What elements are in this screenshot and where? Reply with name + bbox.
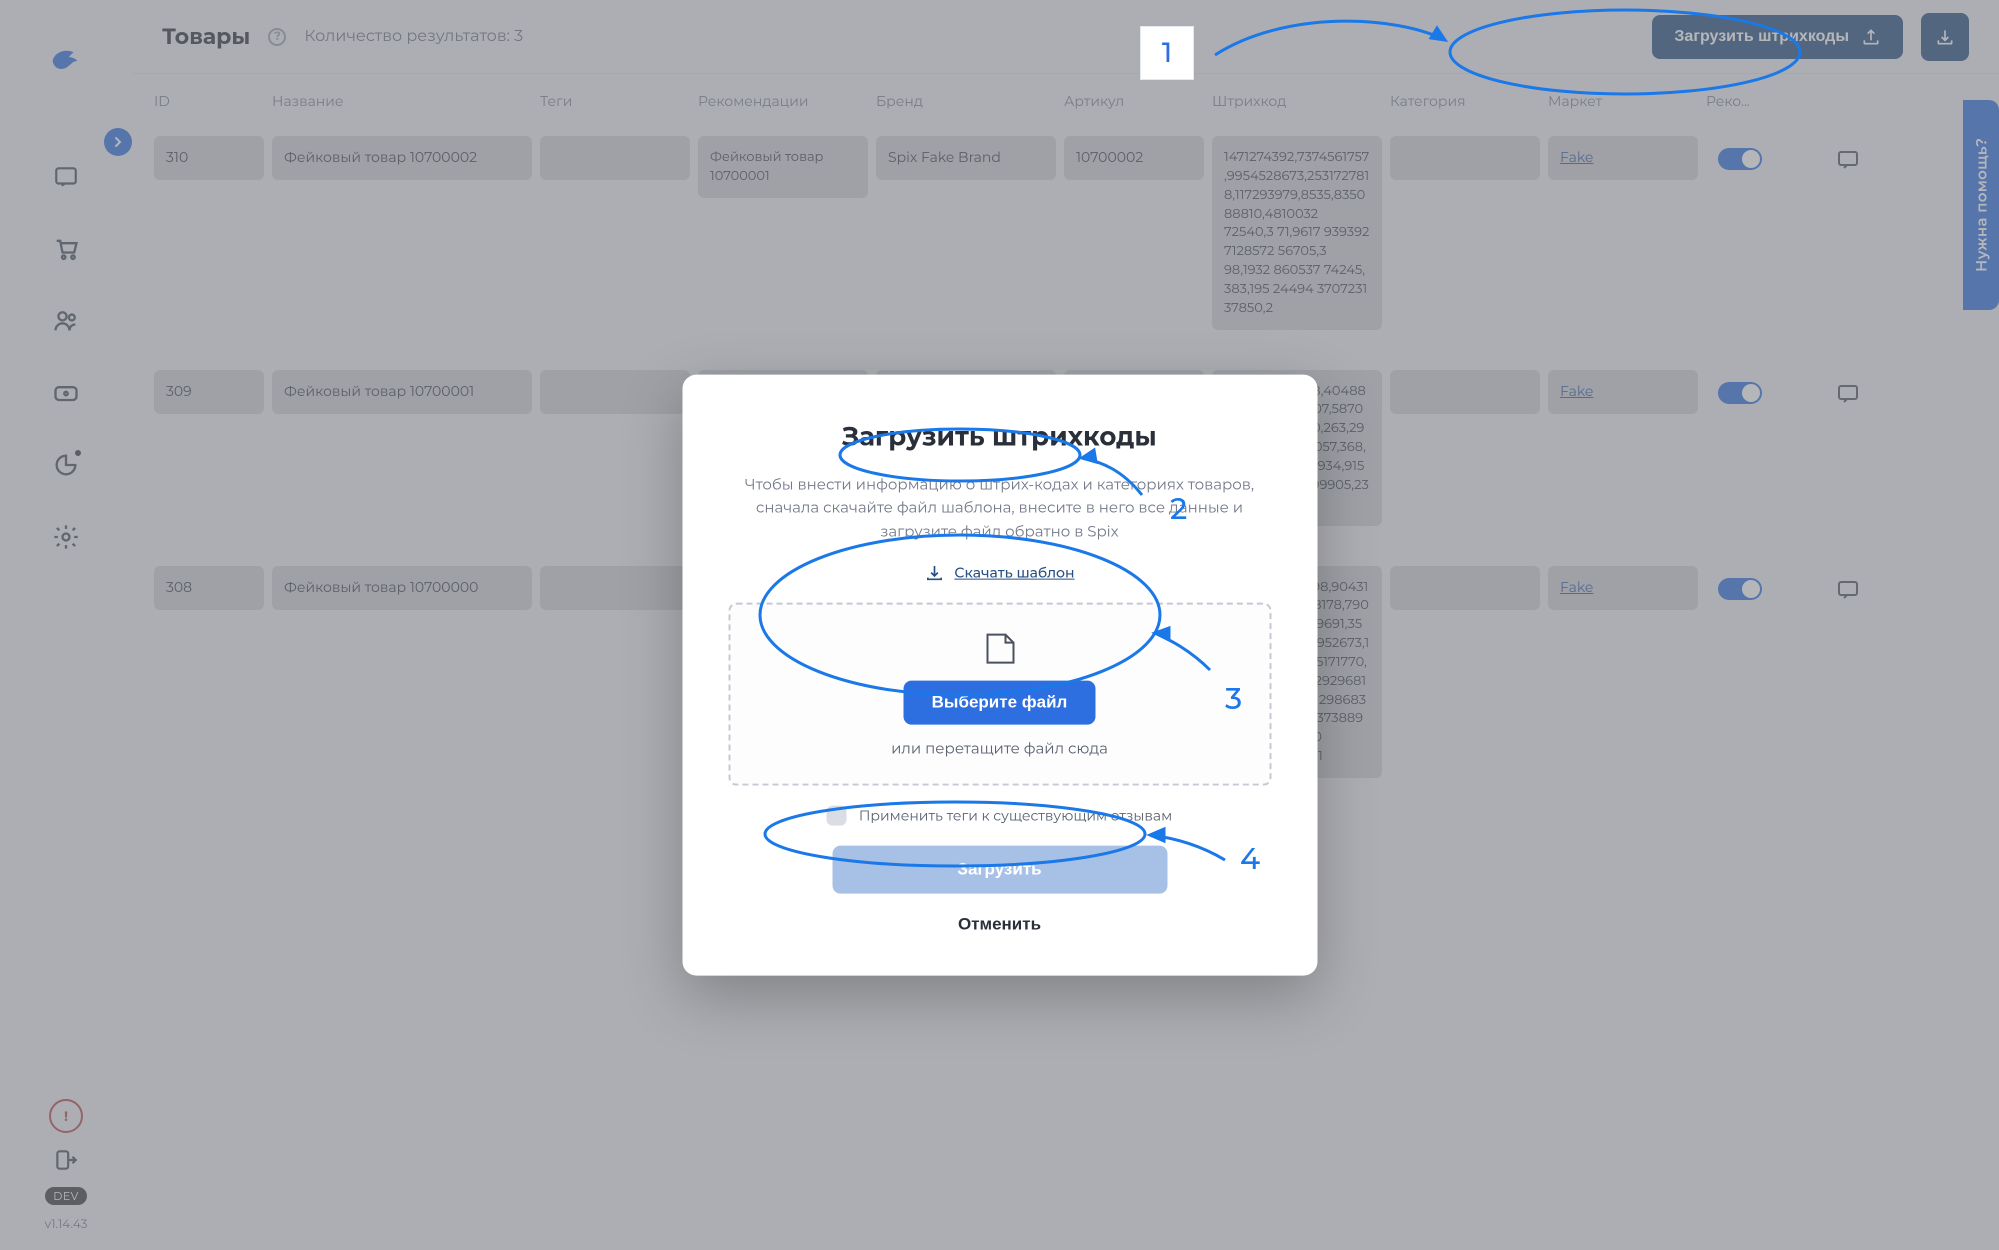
file-dropzone[interactable]: Выберите файл или перетащите файл сюда <box>728 602 1271 785</box>
apply-tags-row[interactable]: Применить теги к существующим отзывам <box>827 805 1172 825</box>
upload-barcodes-modal: Загрузить штрихкоды Чтобы внести информа… <box>682 375 1317 976</box>
download-template-link[interactable]: Скачать шаблон <box>924 562 1074 582</box>
modal-upload-button[interactable]: Загрузить <box>832 845 1167 893</box>
drag-hint: или перетащите файл сюда <box>891 738 1108 757</box>
file-icon <box>980 630 1020 666</box>
modal-description: Чтобы внести информацию о штрих-кодах и … <box>728 473 1271 543</box>
apply-tags-checkbox[interactable] <box>827 805 847 825</box>
download-template-label: Скачать шаблон <box>954 563 1074 581</box>
choose-file-button[interactable]: Выберите файл <box>904 680 1096 724</box>
apply-tags-label: Применить теги к существующим отзывам <box>859 806 1172 824</box>
modal-title: Загрузить штрихкоды <box>842 421 1156 453</box>
modal-cancel-button[interactable]: Отменить <box>952 913 1047 935</box>
download-template-icon <box>924 562 944 582</box>
